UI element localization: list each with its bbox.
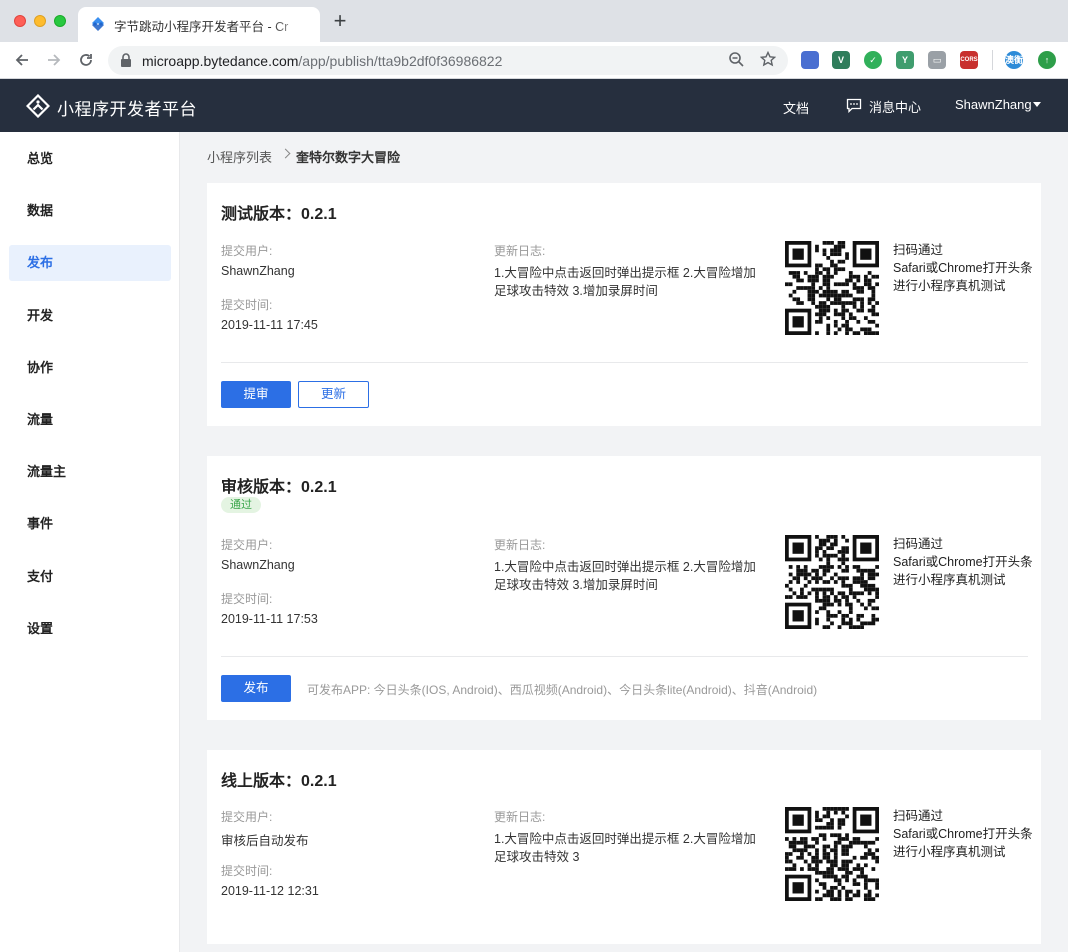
update-arrow-icon[interactable]: ↑ <box>1038 51 1056 69</box>
changelog-text: 1.大冒险中点击返回时弹出提示框 2.大冒险增加足球攻击特效 3.增加录屏时间 <box>494 560 756 592</box>
breadcrumb-app-list[interactable]: 小程序列表 <box>207 150 272 165</box>
submitter-label: 提交用户: <box>221 538 273 552</box>
card-divider <box>221 362 1028 363</box>
sidebar-item-develop[interactable]: 开发 <box>9 298 171 334</box>
vue-devtools-icon[interactable]: V <box>832 51 850 69</box>
qr-tip-line: 扫码通过 <box>893 809 944 823</box>
user-menu[interactable]: ShawnZhang <box>955 97 1032 112</box>
submit-time-value: 2019-11-12 12:31 <box>221 884 319 898</box>
breadcrumb-current-app: 奎特尔数字大冒险 <box>296 150 401 165</box>
review-qr-code <box>785 535 879 629</box>
submit-time-value: 2019-11-11 17:53 <box>221 612 318 626</box>
qr-instructions: 扫码通过 Safari或Chrome打开头条 进行小程序真机测试 <box>893 535 1033 589</box>
maximize-window-button[interactable] <box>54 15 66 27</box>
bookmark-star-icon[interactable] <box>759 50 777 69</box>
qr-tip-line: 进行小程序真机测试 <box>893 845 1006 859</box>
forward-arrow-icon[interactable] <box>42 48 66 72</box>
qr-tip-line: Safari或Chrome打开头条 <box>893 555 1033 569</box>
earth-extension-icon[interactable] <box>801 51 819 69</box>
online-version-card: 线上版本：0.2.1 提交用户: 审核后自动发布 提交时间: 2019-11-1… <box>207 750 1041 944</box>
submitter-label: 提交用户: <box>221 810 273 824</box>
sidebar-nav: 总览 数据 发布 开发 协作 流量 流量主 事件 支付 设置 <box>0 132 180 952</box>
changelog-label: 更新日志: <box>494 810 546 824</box>
translate-extension-icon[interactable]: 澳衡 <box>1005 51 1023 69</box>
review-version-card: 审核版本：0.2.1 通过 提交用户: ShawnZhang 提交时间: 201… <box>207 456 1041 720</box>
lock-icon <box>121 53 131 67</box>
sidebar-item-overview[interactable]: 总览 <box>9 141 171 177</box>
check-extension-icon[interactable]: ✓ <box>864 51 882 69</box>
test-qr-code <box>785 241 879 335</box>
breadcrumb: 小程序列表 奎特尔数字大冒险 <box>207 147 400 166</box>
review-version-title: 审核版本：0.2.1 <box>221 479 337 496</box>
card-divider <box>221 656 1028 657</box>
sidebar-item-publish[interactable]: 发布 <box>9 245 171 281</box>
publish-button[interactable]: 发布 <box>221 675 291 702</box>
app-header: 小程序开发者平台 文档 消息中心 ShawnZhang <box>0 79 1068 132</box>
submit-time-label: 提交时间: <box>221 298 273 312</box>
submit-time-label: 提交时间: <box>221 592 273 606</box>
qr-tip-line: Safari或Chrome打开头条 <box>893 261 1033 275</box>
submitter-label: 提交用户: <box>221 244 273 258</box>
sidebar-item-collaboration[interactable]: 协作 <box>9 350 171 386</box>
back-arrow-icon[interactable] <box>10 48 34 72</box>
address-bar[interactable]: microapp.bytedance.com/app/publish/tta9b… <box>108 46 788 75</box>
online-qr-code <box>785 807 879 901</box>
message-center-link[interactable]: 消息中心 <box>869 97 921 116</box>
browser-tab-active[interactable]: 字节跳动小程序开发者平台 - Cr <box>78 7 320 42</box>
bytedance-microapp-favicon-icon <box>92 17 104 31</box>
new-tab-button[interactable]: + <box>330 10 350 32</box>
close-window-button[interactable] <box>14 15 26 27</box>
microapp-logo-icon <box>26 94 50 118</box>
sidebar-item-traffic-owner[interactable]: 流量主 <box>9 454 171 490</box>
qr-tip-line: 扫码通过 <box>893 243 944 257</box>
submit-time-value: 2019-11-11 17:45 <box>221 318 318 332</box>
submitter-value: ShawnZhang <box>221 264 295 278</box>
qr-instructions: 扫码通过 Safari或Chrome打开头条 进行小程序真机测试 <box>893 241 1033 295</box>
online-version-title: 线上版本：0.2.1 <box>221 773 337 790</box>
test-version-card: 测试版本：0.2.1 提交用户: ShawnZhang 提交时间: 2019-1… <box>207 183 1041 426</box>
url-path: /app/publish/tta9b2df0f36986822 <box>298 53 503 69</box>
test-version-title: 测试版本：0.2.1 <box>221 206 337 223</box>
submitter-value: ShawnZhang <box>221 558 295 572</box>
reload-icon[interactable] <box>74 48 98 72</box>
platform-title: 小程序开发者平台 <box>57 100 197 119</box>
changelog-text: 1.大冒险中点击返回时弹出提示框 2.大冒险增加足球攻击特效 3 <box>494 832 756 864</box>
submit-review-button[interactable]: 提审 <box>221 381 291 408</box>
chevron-right-icon <box>280 148 291 159</box>
url-host: microapp.bytedance.com <box>142 53 299 69</box>
browser-tab-bar: 字节跳动小程序开发者平台 - Cr + <box>0 0 1068 42</box>
qr-tip-line: 进行小程序真机测试 <box>893 573 1006 587</box>
sidebar-item-settings[interactable]: 设置 <box>9 611 171 647</box>
cors-extension-icon[interactable]: CORS <box>960 51 978 69</box>
qr-tip-line: Safari或Chrome打开头条 <box>893 827 1033 841</box>
toolbar-separator <box>992 50 993 70</box>
caret-down-icon[interactable] <box>1033 102 1041 107</box>
docs-link[interactable]: 文档 <box>783 98 809 117</box>
changelog-label: 更新日志: <box>494 538 546 552</box>
submit-time-label: 提交时间: <box>221 864 273 878</box>
message-icon <box>846 98 862 113</box>
minimize-window-button[interactable] <box>34 15 46 27</box>
v-extension-icon[interactable]: Y <box>896 51 914 69</box>
url-text: microapp.bytedance.com/app/publish/tta9b… <box>142 53 502 69</box>
qr-instructions: 扫码通过 Safari或Chrome打开头条 进行小程序真机测试 <box>893 807 1033 861</box>
changelog-label: 更新日志: <box>494 244 546 258</box>
sidebar-item-data[interactable]: 数据 <box>9 193 171 229</box>
status-badge: 通过 <box>221 497 261 513</box>
card-extension-icon[interactable]: ▭ <box>928 51 946 69</box>
qr-tip-line: 进行小程序真机测试 <box>893 279 1006 293</box>
changelog-text: 1.大冒险中点击返回时弹出提示框 2.大冒险增加足球攻击特效 3.增加录屏时间 <box>494 266 756 298</box>
update-button[interactable]: 更新 <box>298 381 369 408</box>
publishable-apps-note: 可发布APP: 今日头条(IOS, Android)、西瓜视频(Android)… <box>307 683 818 697</box>
sidebar-item-events[interactable]: 事件 <box>9 506 171 542</box>
tab-title: 字节跳动小程序开发者平台 - Cr <box>114 20 289 34</box>
zoom-icon[interactable] <box>727 51 745 69</box>
submitter-value: 审核后自动发布 <box>221 834 309 848</box>
sidebar-item-traffic[interactable]: 流量 <box>9 402 171 438</box>
qr-tip-line: 扫码通过 <box>893 537 944 551</box>
sidebar-item-payment[interactable]: 支付 <box>9 559 171 595</box>
